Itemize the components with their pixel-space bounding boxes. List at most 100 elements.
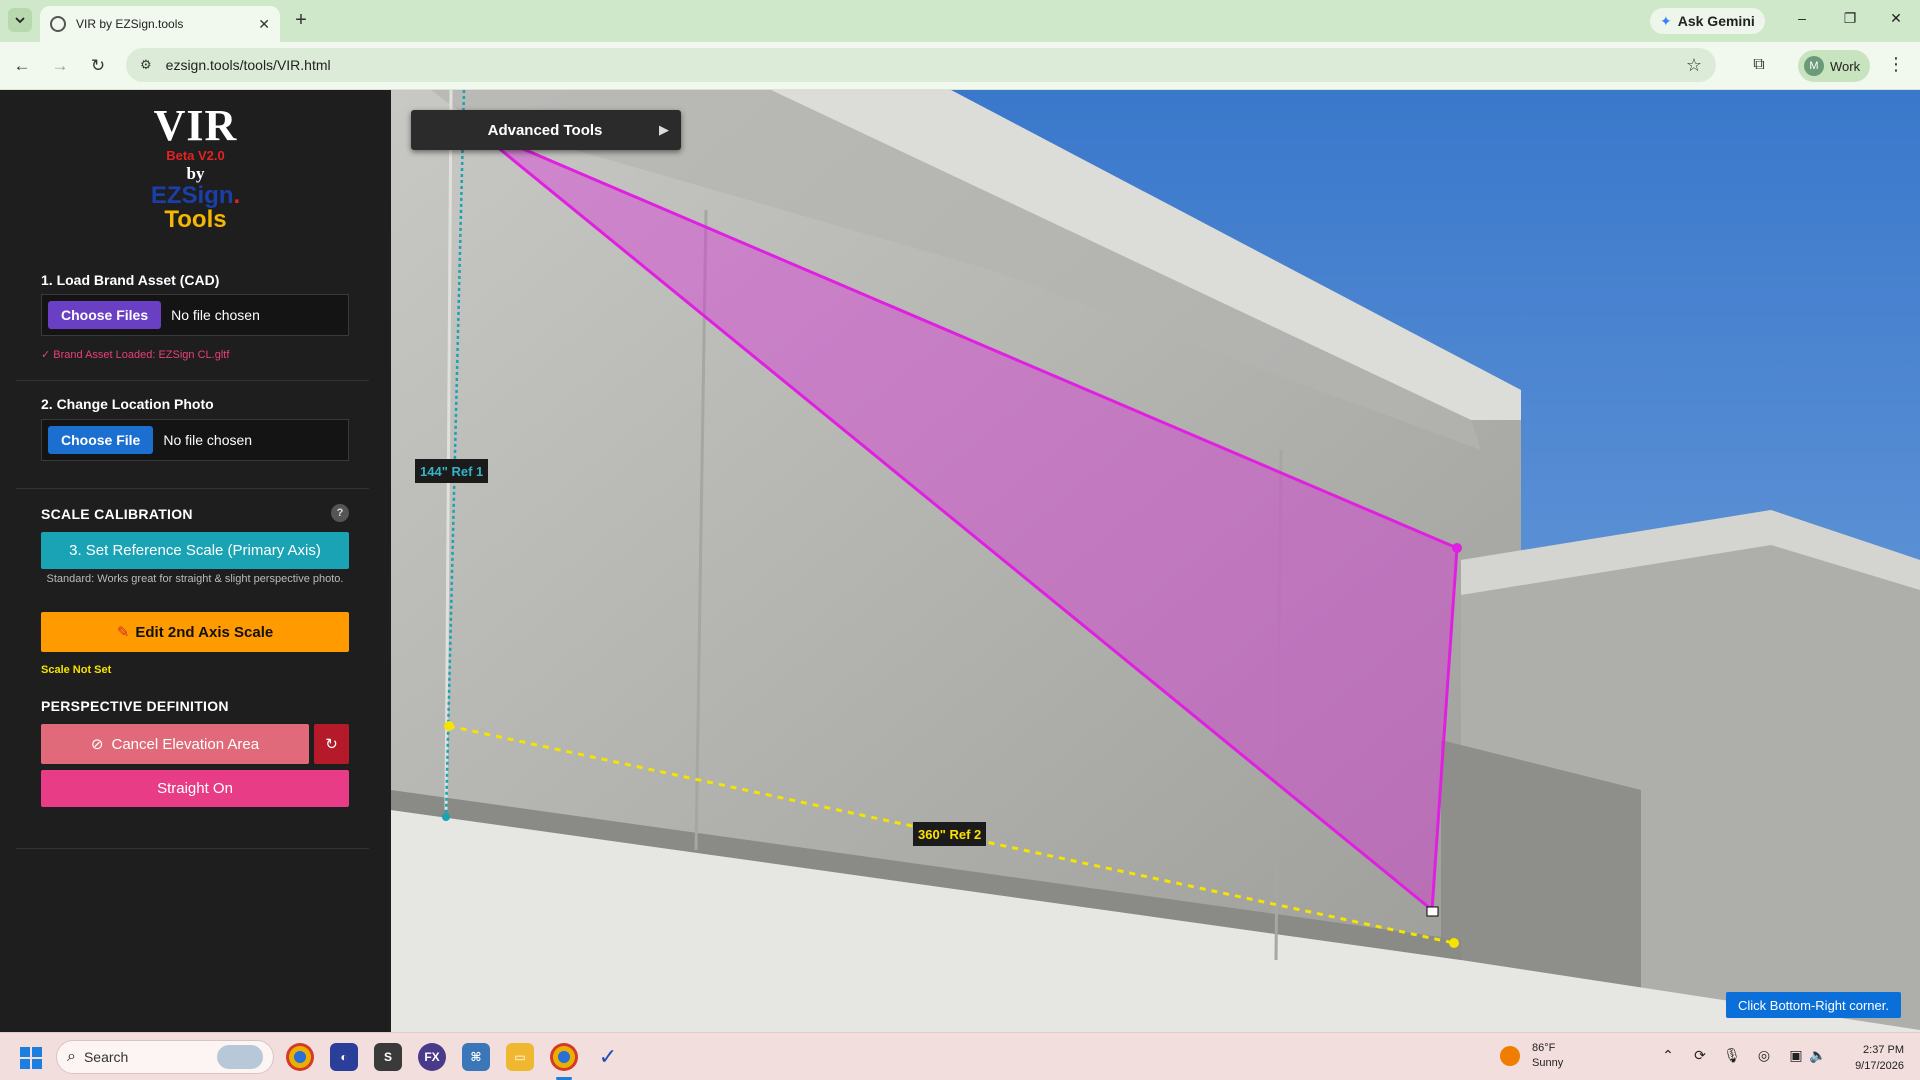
folder-icon[interactable]: ▭ bbox=[506, 1043, 534, 1071]
profile-name: Work bbox=[1830, 58, 1861, 74]
elevation-handle[interactable] bbox=[1452, 543, 1462, 553]
ref2-label: 360" Ref 2 bbox=[913, 822, 987, 846]
tab-search-button[interactable] bbox=[8, 8, 32, 32]
perspective-heading: PERSPECTIVE DEFINITION bbox=[41, 698, 229, 714]
logo-brand-main: EZSign bbox=[150, 182, 234, 209]
volume-icon[interactable]: 🔈 bbox=[1808, 1047, 1828, 1064]
url-text: ezsign.tools/tools/VIR.html bbox=[165, 57, 331, 73]
logo-version: Beta V2.0 bbox=[166, 148, 225, 163]
cancel-elevation-area-button[interactable]: ⊘ Cancel Elevation Area bbox=[41, 724, 309, 764]
restore-button[interactable]: ❐ bbox=[1835, 10, 1865, 27]
logo-title: VIR bbox=[153, 101, 238, 150]
instruction-hint: Click Bottom-Right corner. bbox=[1726, 992, 1901, 1018]
tab-title: VIR by EZSign.tools bbox=[76, 17, 184, 31]
weather-desc: Sunny bbox=[1532, 1057, 1564, 1069]
reset-icon[interactable]: ↻ bbox=[314, 724, 349, 764]
clock-date: 9/17/2026 bbox=[1855, 1060, 1904, 1072]
new-tab-button[interactable]: + bbox=[290, 9, 312, 32]
straight-on-button[interactable]: Straight On bbox=[41, 770, 349, 807]
location-photo-label: 2. Change Location Photo bbox=[41, 396, 214, 412]
play-arrow-icon: ▶ bbox=[659, 122, 669, 137]
location-photo bbox=[391, 90, 1920, 1032]
profile-button[interactable]: M Work bbox=[1798, 50, 1871, 82]
system-clock[interactable]: 2:37 PM 9/17/2026 bbox=[1838, 1042, 1904, 1074]
asset-file-status: No file chosen bbox=[171, 307, 260, 323]
globe-icon bbox=[50, 16, 66, 32]
divider bbox=[16, 380, 369, 381]
location-photo-file-input[interactable]: Choose File No file chosen bbox=[41, 419, 349, 461]
extensions-icon[interactable]: ⧉ bbox=[1746, 52, 1772, 78]
network-icon[interactable]: ▣ bbox=[1786, 1047, 1806, 1064]
weather-temp: 86°F bbox=[1532, 1042, 1556, 1054]
more-menu-icon[interactable]: ⋮ bbox=[1886, 54, 1906, 75]
app-logo: VIR Beta V2.0 by EZSign. Tools bbox=[0, 104, 391, 232]
avatar: M bbox=[1804, 56, 1824, 76]
taskbar-search[interactable]: ⌕ Search bbox=[56, 1040, 274, 1074]
ref2-handle-start[interactable] bbox=[444, 721, 454, 731]
cursor-icon bbox=[1426, 906, 1439, 917]
chrome-icon[interactable] bbox=[286, 1043, 314, 1071]
choose-file-button[interactable]: Choose File bbox=[48, 426, 154, 454]
chevron-up-icon[interactable]: ⌃ bbox=[1658, 1047, 1678, 1064]
windows-start-icon[interactable] bbox=[20, 1047, 42, 1069]
edit-2nd-axis-label: Edit 2nd Axis Scale bbox=[135, 623, 274, 641]
divider bbox=[16, 488, 369, 489]
brand-asset-file-input[interactable]: Choose Files No file chosen bbox=[41, 294, 349, 336]
weather-widget[interactable]: 86°F Sunny bbox=[1500, 1041, 1563, 1071]
taskbar: ⌕ Search ◐ S FX ⌘ ▭ ✓ 86°F Sunny ⌃ ⟳ 🎙 ◎… bbox=[0, 1032, 1920, 1080]
logo-by: by bbox=[186, 164, 205, 183]
photo-file-status: No file chosen bbox=[163, 432, 253, 448]
taskbar-search-label: Search bbox=[83, 1049, 129, 1065]
gemini-sparkle-icon: ✦ bbox=[1660, 12, 1672, 29]
ref2-handle-end[interactable] bbox=[1449, 938, 1459, 948]
cancel-elevation-label: Cancel Elevation Area bbox=[111, 735, 260, 753]
chrome-active-icon[interactable] bbox=[550, 1043, 578, 1071]
advanced-tools-button[interactable]: Advanced Tools ▶ bbox=[411, 110, 681, 150]
divider bbox=[16, 848, 369, 849]
logo-brand: EZSign. bbox=[0, 184, 391, 208]
s-app-icon[interactable]: S bbox=[374, 1043, 402, 1071]
address-bar[interactable]: ⚙ ezsign.tools/tools/VIR.html ☆ bbox=[126, 48, 1716, 82]
advanced-tools-label: Advanced Tools bbox=[487, 121, 603, 139]
ask-gemini-button[interactable]: ✦ Ask Gemini bbox=[1650, 8, 1765, 34]
app-icon[interactable]: ◐ bbox=[330, 1043, 358, 1071]
logo-brand-sub: Tools bbox=[164, 206, 227, 233]
ask-gemini-label: Ask Gemini bbox=[1677, 13, 1755, 29]
browser-tab-bar: VIR by EZSign.tools ✕ + ✦ Ask Gemini – ❐… bbox=[0, 0, 1920, 42]
cancel-icon: ⊘ bbox=[90, 736, 104, 753]
help-icon[interactable]: ? bbox=[331, 504, 349, 522]
load-asset-label: 1. Load Brand Asset (CAD) bbox=[41, 272, 220, 288]
fx-app-icon[interactable]: FX bbox=[418, 1043, 446, 1071]
logo-brand-dot: . bbox=[233, 182, 241, 209]
minimize-button[interactable]: – bbox=[1787, 10, 1817, 26]
reference-scale-description: Standard: Works great for straight & sli… bbox=[46, 573, 344, 585]
ref1-label: 144" Ref 1 bbox=[415, 459, 489, 483]
sun-icon bbox=[1500, 1046, 1520, 1066]
vir-app-icon[interactable]: ✓ bbox=[594, 1043, 622, 1071]
set-reference-scale-button[interactable]: 3. Set Reference Scale (Primary Axis) bbox=[41, 532, 349, 569]
microphone-icon[interactable]: 🎙 bbox=[1722, 1047, 1742, 1064]
sidebar-panel: VIR Beta V2.0 by EZSign. Tools 1. Load B… bbox=[0, 90, 391, 1032]
scale-calibration-heading: SCALE CALIBRATION bbox=[41, 506, 193, 522]
back-arrow-icon[interactable]: ← bbox=[10, 54, 34, 78]
clock-time: 2:37 PM bbox=[1863, 1044, 1904, 1056]
reload-icon[interactable]: ↻ bbox=[86, 54, 110, 78]
browser-tab[interactable]: VIR by EZSign.tools ✕ bbox=[40, 6, 280, 42]
search-icon: ⌕ bbox=[67, 1048, 76, 1065]
close-window-button[interactable]: ✕ bbox=[1881, 10, 1911, 27]
choose-files-button[interactable]: Choose Files bbox=[48, 301, 162, 329]
site-info-icon[interactable]: ⚙ bbox=[140, 57, 152, 73]
asset-loaded-message: ✓ Brand Asset Loaded: EZSign CL.gltf bbox=[41, 349, 230, 361]
ref1-handle[interactable] bbox=[442, 813, 450, 821]
language-icon[interactable]: ◎ bbox=[1754, 1047, 1774, 1064]
forward-arrow-icon[interactable]: → bbox=[48, 54, 72, 78]
close-tab-icon[interactable]: ✕ bbox=[258, 16, 270, 33]
scale-status: Scale Not Set bbox=[41, 664, 112, 676]
python-icon[interactable]: ⌘ bbox=[462, 1043, 490, 1071]
search-highlight-image bbox=[217, 1045, 263, 1069]
photo-canvas[interactable]: Advanced Tools ▶ 144" Ref 1 360" Ref 2 C… bbox=[391, 90, 1920, 1032]
sync-icon[interactable]: ⟳ bbox=[1690, 1047, 1710, 1064]
edit-2nd-axis-button[interactable]: ✎ Edit 2nd Axis Scale bbox=[41, 612, 349, 652]
bookmark-star-icon[interactable]: ☆ bbox=[1686, 55, 1702, 76]
chevron-down-icon bbox=[15, 17, 25, 24]
